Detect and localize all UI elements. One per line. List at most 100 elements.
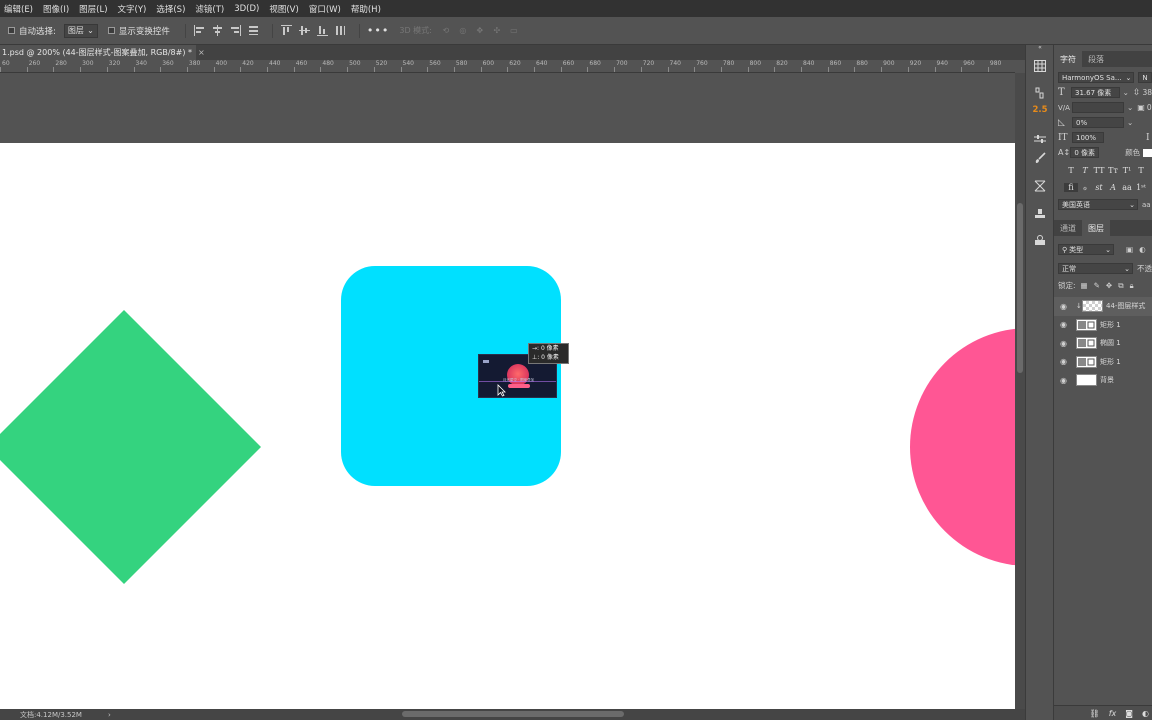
anti-alias-icon[interactable]: aa xyxy=(1142,201,1151,209)
lock-all-icon[interactable]: 🔒︎ xyxy=(1130,281,1134,291)
green-diamond-shape[interactable] xyxy=(0,310,261,584)
slide-3d-icon[interactable]: ✣ xyxy=(491,25,503,37)
layer-row[interactable]: ◉ 椭圆 1 xyxy=(1054,334,1152,353)
vertical-scrollbar[interactable] xyxy=(1015,73,1025,709)
more-options-button[interactable]: ••• xyxy=(367,24,389,37)
roll-3d-icon[interactable]: ◎ xyxy=(457,25,469,37)
stylistic-button[interactable]: st xyxy=(1092,183,1106,192)
align-middle-icon[interactable] xyxy=(298,24,311,37)
align-left-icon[interactable] xyxy=(193,24,206,37)
stamp-icon[interactable] xyxy=(1032,206,1048,222)
eye-icon[interactable]: ◉ xyxy=(1060,320,1070,329)
layer-row[interactable]: ◉ ↓ 44-图层样式 xyxy=(1054,297,1152,316)
close-icon[interactable]: × xyxy=(198,48,205,57)
ornaments-button[interactable]: ℴ xyxy=(1078,183,1092,192)
menu-type[interactable]: 文字(Y) xyxy=(114,3,153,15)
eye-icon[interactable]: ◉ xyxy=(1060,339,1070,348)
layer-row[interactable]: ◉ 矩形 1 xyxy=(1054,316,1152,335)
auto-select-dropdown[interactable]: 图层 ⌄ xyxy=(63,23,98,38)
document-workspace[interactable]: 月光星空 · 图案叠加 →: 0 像素 ⊥: 0 像素 xyxy=(0,73,1015,709)
menu-3d[interactable]: 3D(D) xyxy=(230,4,265,14)
document-canvas[interactable]: 月光星空 · 图案叠加 →: 0 像素 ⊥: 0 像素 xyxy=(0,143,1015,709)
adjustment-layer-icon[interactable]: ◐ xyxy=(1142,709,1149,718)
properties-icon[interactable] xyxy=(1032,232,1048,248)
ordinal-button[interactable]: 1ˢᵗ xyxy=(1134,183,1148,192)
status-menu-arrow[interactable]: › xyxy=(108,711,111,719)
faux-italic-button[interactable]: T xyxy=(1078,166,1092,175)
document-tab[interactable]: 1.psd @ 200% (44-图层样式-图案叠加, RGB/8#) * × xyxy=(0,45,205,60)
eye-icon[interactable]: ◉ xyxy=(1060,376,1070,385)
layer-style-icon[interactable]: fx xyxy=(1109,709,1117,718)
scrollbar-thumb[interactable] xyxy=(1017,203,1023,373)
menu-filter[interactable]: 滤镜(T) xyxy=(191,3,230,15)
leading-value[interactable]: 38 xyxy=(1142,88,1152,97)
menu-image[interactable]: 图像(I) xyxy=(39,3,75,15)
ruler-tick-mark xyxy=(801,67,802,72)
tab-channels[interactable]: 通道 xyxy=(1054,220,1082,236)
lock-artboard-icon[interactable]: ⧉ xyxy=(1118,281,1123,291)
auto-select-checkbox[interactable] xyxy=(8,27,15,34)
color-swatch[interactable] xyxy=(1143,148,1152,157)
kerning-value[interactable]: 0 xyxy=(1147,103,1152,112)
tab-paragraph[interactable]: 段落 xyxy=(1082,51,1110,67)
pink-circle-shape[interactable] xyxy=(910,328,1015,566)
small-caps-button[interactable]: Tт xyxy=(1106,166,1120,175)
lock-position-icon[interactable]: ✥ xyxy=(1106,281,1112,290)
show-transform-checkbox[interactable] xyxy=(107,27,115,34)
layer-thumbnail xyxy=(1082,300,1103,313)
history-icon[interactable] xyxy=(1032,85,1048,101)
layer-row[interactable]: ◉ 矩形 1 xyxy=(1054,353,1152,372)
baseline-field[interactable]: 0 像素 xyxy=(1070,147,1100,158)
menu-window[interactable]: 窗口(W) xyxy=(305,3,347,15)
eye-icon[interactable]: ◉ xyxy=(1060,302,1070,311)
collapse-arrows-icon[interactable]: « xyxy=(1032,43,1048,51)
kerning-field[interactable] xyxy=(1072,102,1124,113)
tab-character[interactable]: 字符 xyxy=(1054,51,1082,67)
mask-icon[interactable]: ◙ xyxy=(1125,709,1133,718)
align-bottom-icon[interactable] xyxy=(316,24,329,37)
distribute-v-icon[interactable] xyxy=(334,24,347,37)
horizontal-scrollbar-thumb[interactable] xyxy=(402,711,624,717)
menu-edit[interactable]: 编辑(E) xyxy=(0,3,39,15)
rotate-3d-icon[interactable]: ⟲ xyxy=(440,25,452,37)
drag-3d-icon[interactable]: ✥ xyxy=(474,25,486,37)
vertical-scale-field[interactable]: 100% xyxy=(1072,132,1104,143)
menu-layer[interactable]: 图层(L) xyxy=(75,3,113,15)
font-style-select[interactable]: N xyxy=(1138,72,1152,83)
menu-help[interactable]: 帮助(H) xyxy=(347,3,387,15)
align-right-icon[interactable] xyxy=(229,24,242,37)
all-caps-button[interactable]: TT xyxy=(1092,166,1106,175)
faux-bold-button[interactable]: T xyxy=(1064,166,1078,175)
superscript-button[interactable]: T¹ xyxy=(1120,166,1134,175)
scale-3d-icon[interactable]: ▭ xyxy=(508,25,520,37)
lock-transparent-icon[interactable]: ▦ xyxy=(1081,281,1088,290)
paths-icon[interactable] xyxy=(1032,178,1048,194)
font-size-field[interactable]: 31.67 像素 xyxy=(1071,87,1120,98)
ligature-button[interactable]: fi xyxy=(1064,183,1078,192)
brush-icon[interactable] xyxy=(1032,150,1048,166)
filter-image-icon[interactable]: ▣ xyxy=(1126,245,1133,254)
lock-pixels-icon[interactable]: ✎ xyxy=(1094,281,1100,290)
swash-button[interactable]: A xyxy=(1106,183,1120,192)
alternates-button[interactable]: aa xyxy=(1120,183,1134,192)
language-select[interactable]: 美国英语 ⌄ xyxy=(1058,199,1138,210)
menu-view[interactable]: 视图(V) xyxy=(265,3,304,15)
menu-select[interactable]: 选择(S) xyxy=(152,3,191,15)
grid-icon[interactable] xyxy=(1032,58,1048,74)
link-layers-icon[interactable]: ⛓ xyxy=(1090,709,1100,718)
align-top-icon[interactable] xyxy=(280,24,293,37)
transform-tooltip: →: 0 像素 ⊥: 0 像素 xyxy=(528,343,569,364)
align-center-h-icon[interactable] xyxy=(211,24,224,37)
eye-icon[interactable]: ◉ xyxy=(1060,357,1070,366)
blend-mode-select[interactable]: 正常 ⌄ xyxy=(1058,263,1133,274)
filter-adjust-icon[interactable]: ◐ xyxy=(1139,245,1146,254)
horizontal-ruler[interactable]: 60 260 280 300 320 340 360 380 400 420 440 460 480 50… xyxy=(0,60,1015,73)
distribute-icon[interactable] xyxy=(247,24,260,37)
tab-layers[interactable]: 图层 xyxy=(1082,220,1110,236)
subscript-button[interactable]: T xyxy=(1134,166,1148,175)
tracking-field[interactable]: 0% xyxy=(1072,117,1124,128)
adjustments-icon[interactable] xyxy=(1032,131,1048,147)
layer-row[interactable]: ◉ 背景 xyxy=(1054,371,1152,390)
layer-filter-select[interactable]: ⚲ 类型 ⌄ xyxy=(1058,244,1114,255)
font-family-select[interactable]: HarmonyOS Sa... ⌄ xyxy=(1058,72,1135,83)
